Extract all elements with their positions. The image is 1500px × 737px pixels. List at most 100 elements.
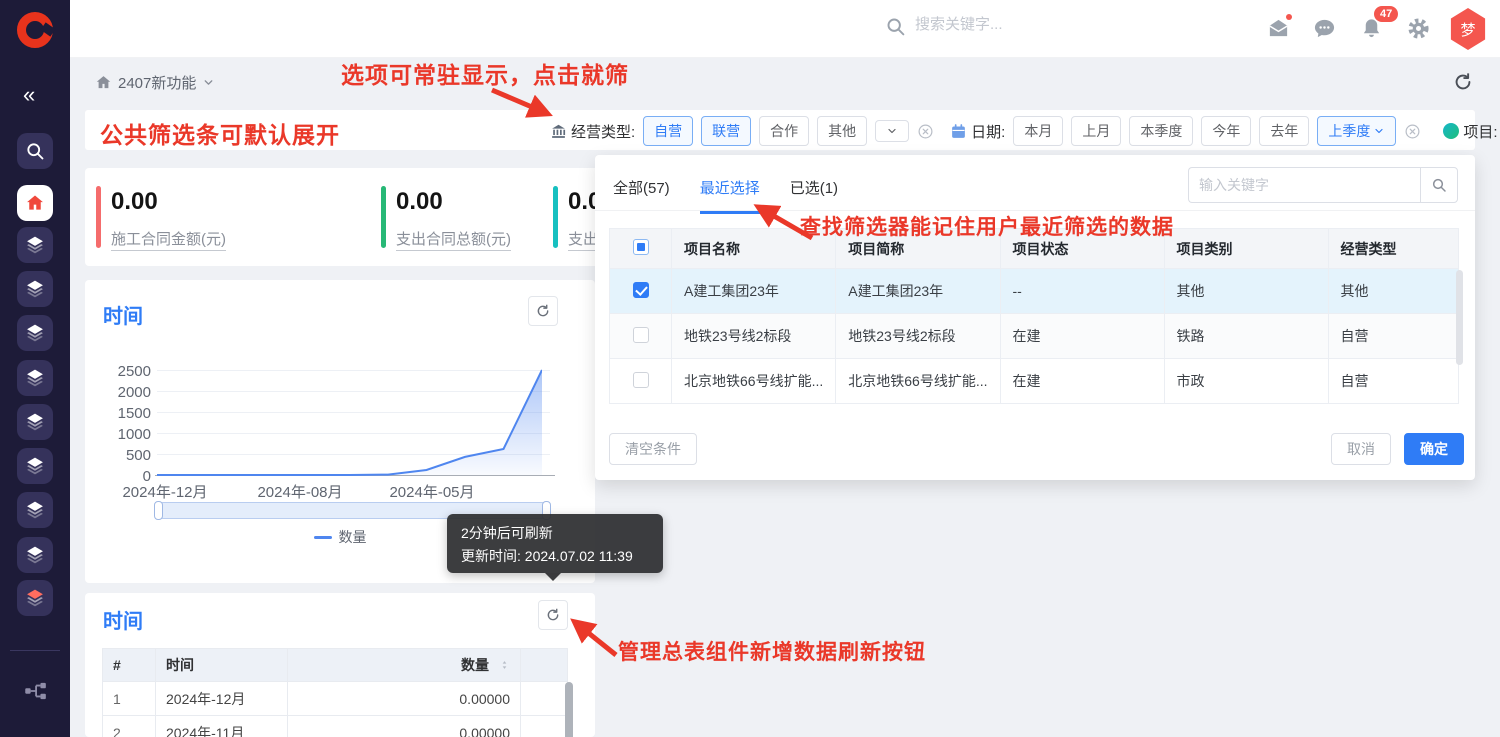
- qty-value-link[interactable]: 0.00000: [288, 682, 521, 716]
- picker-search-input[interactable]: [1188, 167, 1420, 203]
- legend-marker: [314, 536, 332, 539]
- x-tick: 2024年-05月: [389, 481, 474, 502]
- col-business-type: 经营类型: [1328, 229, 1458, 269]
- calendar-icon: [950, 123, 967, 140]
- chat-icon[interactable]: [1313, 17, 1336, 40]
- filter-date-shangyue[interactable]: 上月: [1071, 116, 1121, 146]
- row-checkbox[interactable]: [633, 327, 649, 343]
- sidebar-item-workflow[interactable]: [22, 678, 48, 704]
- search-icon: [1431, 177, 1447, 193]
- tab-all[interactable]: 全部(57): [613, 177, 670, 214]
- sidebar: «: [0, 0, 70, 737]
- annotation-pinned-filters: 选项可常驻显示，点击就筛: [341, 56, 629, 90]
- layers-icon: [25, 235, 45, 255]
- gear-icon[interactable]: [1407, 17, 1430, 40]
- collapse-sidebar-icon[interactable]: «: [23, 82, 35, 108]
- picker-row[interactable]: A建工集团23年 A建工集团23年 -- 其他 其他: [610, 269, 1459, 314]
- notification-badge: 47: [1374, 6, 1398, 22]
- breadcrumb-title: 2407新功能: [118, 72, 196, 93]
- picker-search-button[interactable]: [1420, 167, 1458, 203]
- inbox-icon[interactable]: [1267, 17, 1290, 40]
- row-checkbox[interactable]: [633, 372, 649, 388]
- table-card: 时间 # 时间 数量 1 2024年-12月 0.00000 2 2024年-1…: [85, 593, 595, 737]
- stat-label[interactable]: 支出合同总额(元): [396, 228, 511, 251]
- col-index[interactable]: #: [103, 649, 156, 682]
- filter-business-qita[interactable]: 其他: [817, 116, 867, 146]
- table-refresh-button[interactable]: [538, 600, 568, 630]
- sidebar-item-search[interactable]: [17, 133, 53, 169]
- layers-icon: [25, 323, 45, 343]
- select-all-checkbox[interactable]: [633, 239, 649, 255]
- x-tick: 2024年-08月: [257, 481, 342, 502]
- business-more-button[interactable]: [875, 120, 909, 142]
- picker-row[interactable]: 北京地铁66号线扩能... 北京地铁66号线扩能... 在建 市政 自营: [610, 359, 1459, 404]
- row-checkbox[interactable]: [633, 282, 649, 298]
- y-tick: 1500: [99, 405, 151, 422]
- sidebar-item-home[interactable]: [17, 185, 53, 221]
- sidebar-item-module-9[interactable]: [17, 580, 53, 616]
- x-tick: 2024年-12月: [122, 481, 207, 502]
- sidebar-item-module-5[interactable]: [17, 404, 53, 440]
- app-logo-icon[interactable]: [17, 12, 53, 48]
- picker-row[interactable]: 地铁23号线2标段 地铁23号线2标段 在建 铁路 自营: [610, 314, 1459, 359]
- avatar[interactable]: 梦: [1449, 8, 1487, 50]
- refresh-tooltip: 2分钟后可刷新 更新时间: 2024.07.02 11:39: [447, 514, 663, 573]
- stat-value: 0.00: [396, 188, 443, 216]
- date-clear-icon[interactable]: [1404, 123, 1421, 140]
- layers-icon: [25, 412, 45, 432]
- tab-selected[interactable]: 已选(1): [790, 177, 838, 214]
- sidebar-item-module-7[interactable]: [17, 492, 53, 528]
- table-scrollbar[interactable]: [565, 682, 573, 737]
- business-clear-icon[interactable]: [917, 123, 934, 140]
- date-label: 日期:: [950, 121, 1005, 142]
- filter-date-benyue[interactable]: 本月: [1013, 116, 1063, 146]
- clear-conditions-button[interactable]: 清空条件: [609, 433, 697, 465]
- chevron-down-icon: [1373, 125, 1385, 137]
- global-search-input[interactable]: [915, 16, 1195, 33]
- table-row[interactable]: 1 2024年-12月 0.00000: [103, 682, 568, 716]
- sidebar-item-module-1[interactable]: [17, 227, 53, 263]
- refresh-icon: [545, 607, 561, 623]
- filter-business-hezuo[interactable]: 合作: [759, 116, 809, 146]
- sidebar-item-module-2[interactable]: [17, 271, 53, 307]
- chart-refresh-button[interactable]: [528, 296, 558, 326]
- filter-business-lianying[interactable]: 联营: [701, 116, 751, 146]
- qty-value-link[interactable]: 0.00000: [288, 716, 521, 737]
- sidebar-item-module-8[interactable]: [17, 537, 53, 573]
- inbox-dot: [1286, 14, 1292, 20]
- bank-icon: [550, 123, 567, 140]
- table-row[interactable]: 2 2024年-11月 0.00000: [103, 716, 568, 737]
- col-qty[interactable]: 数量: [288, 649, 521, 682]
- stat-bar: [553, 186, 558, 248]
- filter-date-benjidu[interactable]: 本季度: [1129, 116, 1193, 146]
- col-time[interactable]: 时间: [156, 649, 288, 682]
- filter-date-jinnian[interactable]: 今年: [1201, 116, 1251, 146]
- filter-date-qunian[interactable]: 去年: [1259, 116, 1309, 146]
- stat-label[interactable]: 支出: [568, 228, 598, 251]
- page-refresh-button[interactable]: [1452, 71, 1474, 93]
- filter-date-shangjidu[interactable]: 上季度: [1317, 116, 1396, 146]
- picker-table: 项目名称 项目简称 项目状态 项目类别 经营类型 A建工集团23年 A建工集团2…: [609, 228, 1459, 404]
- sidebar-item-module-6[interactable]: [17, 448, 53, 484]
- slider-handle-left[interactable]: [154, 501, 163, 520]
- tab-recent[interactable]: 最近选择: [700, 177, 760, 214]
- layers-icon: [25, 279, 45, 299]
- business-type-label: 经营类型:: [550, 121, 635, 142]
- tooltip-line2: 更新时间: 2024.07.02 11:39: [461, 546, 633, 566]
- project-label: 项目:: [1443, 121, 1497, 142]
- global-search-icon[interactable]: [885, 16, 906, 37]
- project-picker-panel: 全部(57) 最近选择 已选(1) 项目名称 项目简称 项目状态 项目类别 经营…: [595, 155, 1475, 480]
- sidebar-item-module-3[interactable]: [17, 315, 53, 351]
- picker-scrollbar[interactable]: [1456, 270, 1463, 365]
- y-tick: 1000: [99, 426, 151, 443]
- stat-value: 0.00: [111, 188, 158, 216]
- stat-label[interactable]: 施工合同金额(元): [111, 228, 226, 251]
- breadcrumb[interactable]: 2407新功能: [95, 72, 215, 93]
- annotation-refresh-button: 管理总表组件新增数据刷新按钮: [618, 636, 926, 666]
- sort-icon[interactable]: [499, 658, 510, 672]
- tooltip-line1: 2分钟后可刷新: [461, 523, 553, 543]
- confirm-button[interactable]: 确定: [1404, 433, 1464, 465]
- cancel-button[interactable]: 取消: [1331, 433, 1391, 465]
- filter-business-ziying[interactable]: 自营: [643, 116, 693, 146]
- sidebar-item-module-4[interactable]: [17, 360, 53, 396]
